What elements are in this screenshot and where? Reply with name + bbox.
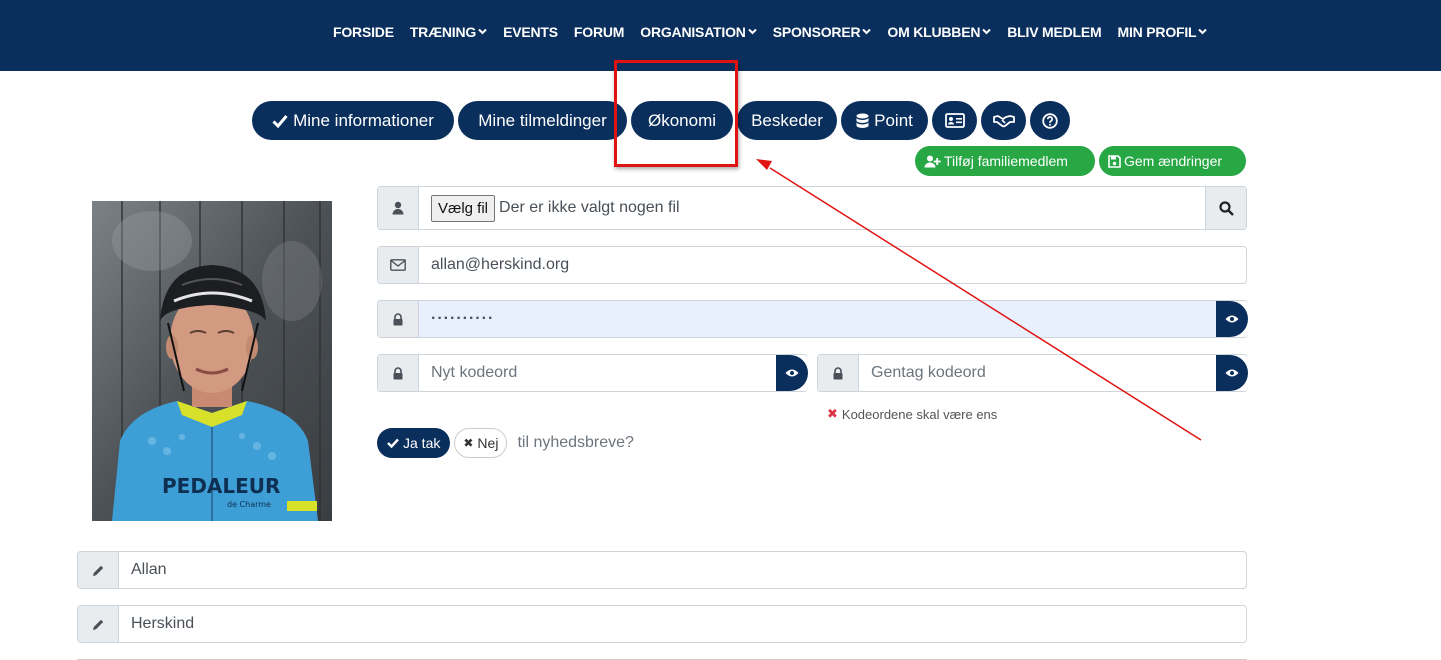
annotation-arrow [756,159,1202,441]
